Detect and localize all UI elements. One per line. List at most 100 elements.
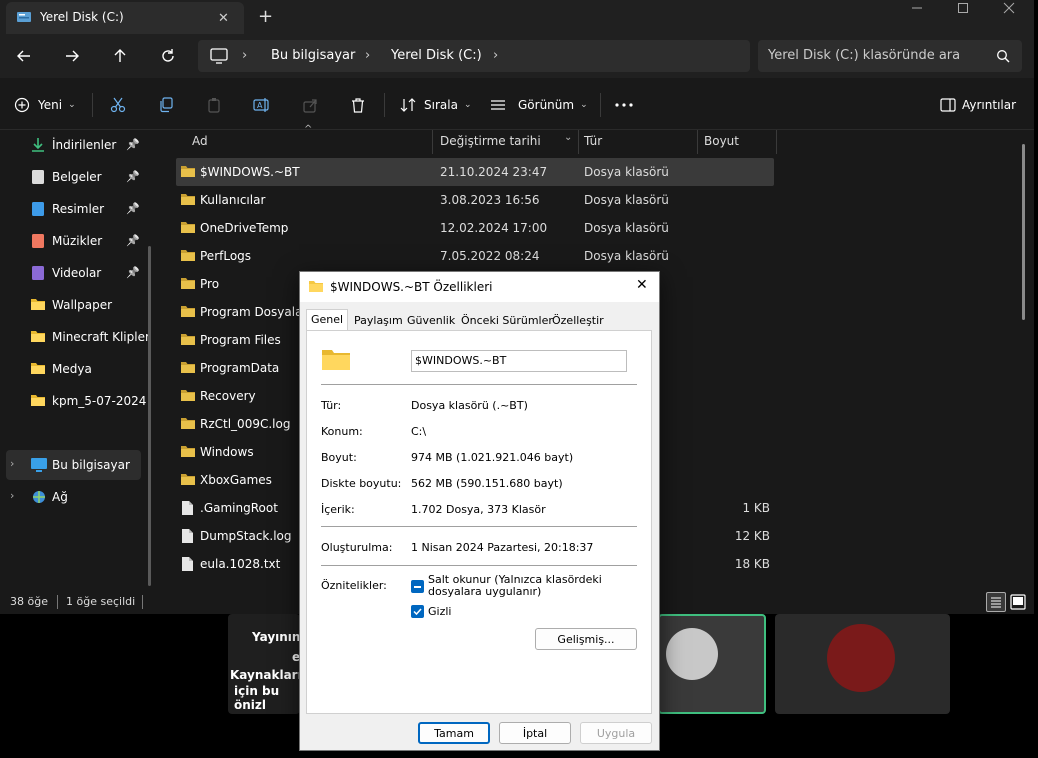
folder-icon <box>30 297 46 313</box>
paste-icon[interactable] <box>202 93 226 117</box>
details-pane-button[interactable]: Ayrıntılar <box>940 90 1016 120</box>
pin-icon[interactable]: 📌 <box>126 170 140 183</box>
sidebar-item[interactable]: Müzikler 📌 <box>0 226 150 256</box>
command-bar: Yeni ⌄ A Sırala ⌄ Görünüm ⌄ Ayrıntılar <box>0 80 1034 130</box>
file-type: Dosya klasörü <box>584 193 669 207</box>
sidebar-item[interactable]: Videolar 📌 <box>0 258 150 288</box>
cancel-button[interactable]: İptal <box>499 722 571 744</box>
column-divider[interactable] <box>578 130 579 154</box>
sidebar-item-bu-bilgisayar[interactable]: › Bu bilgisayar <box>6 450 141 480</box>
new-tab-icon[interactable]: + <box>258 6 273 27</box>
tab-paylasim[interactable]: Paylaşım <box>350 311 407 331</box>
folder-name-input[interactable]: $WINDOWS.~BT <box>411 350 627 372</box>
chevron-right-icon[interactable]: › <box>365 48 370 63</box>
close-tab-icon[interactable]: ✕ <box>218 11 229 26</box>
folder-icon <box>180 304 196 318</box>
table-row[interactable]: OneDriveTemp 12.02.2024 17:00 Dosya klasör… <box>176 214 774 242</box>
close-icon[interactable]: ✕ <box>636 277 648 293</box>
table-row[interactable]: $WINDOWS.~BT 21.10.2024 23:47 Dosya klasör… <box>176 158 774 186</box>
tab-genel[interactable]: Genel <box>306 309 349 331</box>
tab-ozellestir[interactable]: Özelleştir <box>548 311 608 331</box>
dialog-title: $WINDOWS.~BT Özellikleri <box>330 280 493 294</box>
divider <box>321 384 637 385</box>
close-icon[interactable] <box>986 0 1032 16</box>
file-type: Dosya klasörü <box>584 249 669 263</box>
pictures-icon <box>30 201 46 217</box>
apply-button[interactable]: Uygula <box>580 722 652 744</box>
large-icons-view-icon[interactable] <box>1010 594 1026 610</box>
tab-guvenlik[interactable]: Güvenlik <box>403 311 459 331</box>
chevron-right-icon[interactable]: › <box>493 48 498 63</box>
chevron-right-icon[interactable]: › <box>242 48 247 63</box>
thumbnail-card[interactable] <box>775 614 950 714</box>
ok-button[interactable]: Tamam <box>418 722 490 744</box>
delete-icon[interactable] <box>346 93 370 117</box>
pin-icon[interactable]: 📌 <box>126 138 140 151</box>
search-input[interactable]: Yerel Disk (C:) klasöründe ara <box>758 40 1022 72</box>
rename-icon[interactable]: A <box>250 93 274 117</box>
file-name: .GamingRoot <box>200 501 278 515</box>
column-header-name[interactable]: Ad <box>192 134 208 156</box>
pin-icon[interactable]: 📌 <box>126 202 140 215</box>
sidebar-item[interactable]: kpm_5-07-2024 <box>0 386 150 416</box>
sidebar-item[interactable]: Minecraft Klipler <box>0 322 150 352</box>
column-header-size[interactable]: Boyut <box>704 134 739 156</box>
divider <box>321 565 637 566</box>
copy-icon[interactable] <box>154 93 178 117</box>
cut-icon[interactable] <box>106 93 130 117</box>
details-view-icon[interactable] <box>986 592 1006 612</box>
column-divider[interactable] <box>432 130 433 154</box>
sort-label: Sırala <box>424 98 458 112</box>
tab-onceki-surumler[interactable]: Önceki Sürümler <box>457 311 557 331</box>
more-options-icon[interactable] <box>614 90 634 120</box>
readonly-checkbox[interactable] <box>411 580 424 593</box>
maximize-icon[interactable] <box>940 0 986 16</box>
share-icon[interactable] <box>298 93 322 117</box>
column-divider[interactable] <box>776 130 777 154</box>
column-header-type[interactable]: Tür <box>584 134 602 156</box>
table-row[interactable]: Kullanıcılar 3.08.2023 16:56 Dosya klasörü <box>176 186 774 214</box>
sidebar-item[interactable]: Wallpaper <box>0 290 150 320</box>
breadcrumb-yerel-disk[interactable]: Yerel Disk (C:) <box>391 48 482 63</box>
file-name: ProgramData <box>200 361 280 375</box>
tab-yerel-disk[interactable]: Yerel Disk (C:) ✕ <box>6 2 244 34</box>
sidebar-item-ag[interactable]: › Ağ <box>6 482 141 512</box>
sidebar-item[interactable]: Belgeler 📌 <box>0 162 150 192</box>
column-divider[interactable] <box>697 130 698 154</box>
pin-icon[interactable]: 📌 <box>126 234 140 247</box>
address-bar[interactable]: › Bu bilgisayar › Yerel Disk (C:) › <box>198 40 750 72</box>
sort-button[interactable]: Sırala ⌄ <box>400 90 471 120</box>
folder-icon <box>30 361 46 377</box>
sidebar-item[interactable]: Medya <box>0 354 150 384</box>
created-label: Oluşturulma: <box>321 541 393 554</box>
up-arrow-icon[interactable] <box>106 44 134 68</box>
dialog-title-bar: $WINDOWS.~BT Özellikleri ✕ <box>300 272 659 302</box>
advanced-button[interactable]: Gelişmiş... <box>535 628 637 650</box>
minimize-icon[interactable] <box>894 0 940 16</box>
table-row[interactable]: PerfLogs 7.05.2022 08:24 Dosya klasörü <box>176 242 774 270</box>
hidden-checkbox[interactable] <box>411 605 424 618</box>
view-button[interactable]: Görünüm ⌄ <box>490 90 588 120</box>
scrollbar[interactable] <box>148 246 151 586</box>
search-icon[interactable] <box>996 49 1010 63</box>
sidebar-item[interactable]: Resimler 📌 <box>0 194 150 224</box>
scrollbar[interactable] <box>1022 144 1025 320</box>
property-value: 1.702 Dosya, 373 Klasör <box>411 503 546 516</box>
sidebar-item[interactable]: İndirilenler 📌 <box>0 130 150 160</box>
refresh-icon[interactable] <box>154 44 182 68</box>
breadcrumb-bu-bilgisayar[interactable]: Bu bilgisayar <box>271 48 355 63</box>
file-type: Dosya klasörü <box>584 221 669 235</box>
divider <box>57 595 58 609</box>
file-date: 3.08.2023 16:56 <box>440 193 540 207</box>
new-button[interactable]: Yeni ⌄ <box>14 90 76 120</box>
chevron-right-icon[interactable]: › <box>10 489 14 502</box>
folder-icon <box>180 388 196 402</box>
pin-icon[interactable]: 📌 <box>126 266 140 279</box>
thumbnail-card-active[interactable] <box>658 614 766 714</box>
file-name: PerfLogs <box>200 249 252 263</box>
chevron-right-icon[interactable]: › <box>10 457 14 470</box>
forward-arrow-icon[interactable] <box>58 44 86 68</box>
column-header-date[interactable]: Değiştirme tarihi <box>440 134 541 156</box>
chevron-down-icon[interactable]: ⌄ <box>564 132 572 143</box>
back-arrow-icon[interactable] <box>10 44 38 68</box>
